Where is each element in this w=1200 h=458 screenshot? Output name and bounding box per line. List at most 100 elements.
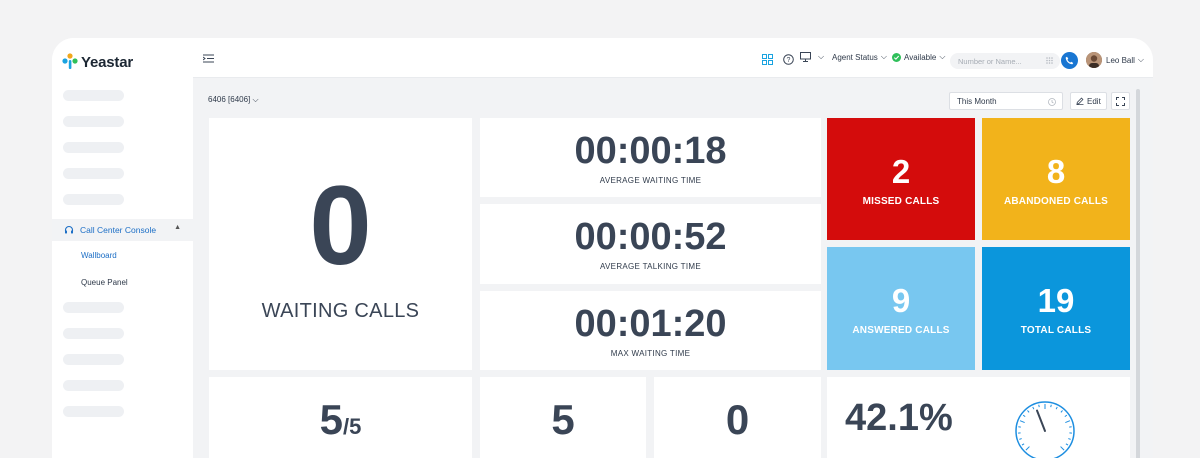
avg-waiting-time-label: AVERAGE WAITING TIME [480, 176, 821, 185]
nav-placeholder [63, 142, 124, 153]
fullscreen-icon [1116, 97, 1125, 106]
call-button[interactable] [1061, 52, 1078, 69]
queue-select-value: 6406 [6406] [208, 95, 250, 104]
max-waiting-time-label: MAX WAITING TIME [480, 349, 821, 358]
rate-card: 42.1% [827, 377, 1130, 458]
gauge-tick [1066, 444, 1068, 445]
nav-placeholder [63, 354, 124, 365]
gauge-tick [1033, 407, 1034, 409]
date-range-select[interactable]: This Month [949, 92, 1063, 110]
gauge-tick [1023, 415, 1025, 416]
sidebar-item-wallboard[interactable]: Wallboard [81, 251, 117, 260]
nav-placeholder [63, 406, 124, 417]
gauge-icon [1013, 399, 1077, 458]
fullscreen-button[interactable] [1111, 92, 1130, 110]
avg-talking-time-value: 00:00:52 [480, 218, 821, 256]
gauge-tick [1056, 407, 1057, 409]
avg-talking-time-card: 00:00:52 AVERAGE TALKING TIME [480, 204, 821, 284]
chevron-down-icon: ⌵ [881, 52, 887, 62]
missed-calls-tile: 2 MISSED CALLS [827, 118, 975, 240]
missed-calls-value: 2 [827, 155, 975, 188]
chevron-down-icon: ⌵ [939, 52, 945, 62]
monitor-icon [800, 52, 811, 62]
agent-status-dropdown[interactable]: Agent Status ⌵ [832, 52, 887, 62]
app-window: Yeastar Call Center Console ▲ Wallboard … [52, 38, 1153, 458]
pencil-icon [1076, 97, 1084, 105]
phone-icon [1065, 56, 1074, 65]
answered-calls-tile: 9 ANSWERED CALLS [827, 247, 975, 370]
scrollbar[interactable] [1136, 89, 1140, 458]
chevron-down-icon: ⌵ [253, 95, 259, 104]
nav-placeholder [63, 302, 124, 313]
abandoned-calls-tile: 8 ABANDONED CALLS [982, 118, 1130, 240]
availability-dropdown[interactable]: Available ⌵ [892, 52, 945, 62]
nav-placeholder [63, 116, 124, 127]
chevron-down-icon: ⌵ [818, 52, 824, 62]
gauge-tick [1039, 405, 1040, 407]
gauge-tick [1061, 410, 1063, 412]
monitor-select[interactable]: ⌵ [800, 52, 824, 62]
waiting-calls-label: WAITING CALLS [209, 300, 472, 323]
missed-calls-label: MISSED CALLS [827, 196, 975, 207]
nav-placeholder [63, 328, 124, 339]
agent-status-label: Agent Status [832, 53, 878, 62]
brand-logo[interactable]: Yeastar [62, 53, 133, 71]
stat-card: 0 [654, 377, 821, 458]
main-area: ? ⌵ Agent Status ⌵ Available ⌵ [193, 38, 1153, 458]
dialpad-icon[interactable] [1046, 57, 1053, 64]
stat-value: 0 [654, 399, 821, 441]
avatar[interactable] [1086, 52, 1102, 68]
abandoned-calls-value: 8 [982, 155, 1130, 188]
avg-waiting-time-value: 00:00:18 [480, 132, 821, 170]
gauge-tick [1020, 421, 1025, 423]
gauge-tick [1027, 410, 1029, 412]
answered-calls-value: 9 [827, 284, 975, 317]
chevron-up-icon: ▲ [174, 224, 181, 231]
total-calls-value: 19 [982, 284, 1130, 317]
max-waiting-time-card: 00:01:20 MAX WAITING TIME [480, 291, 821, 370]
headset-icon [64, 225, 74, 235]
help-icon[interactable]: ? [783, 54, 794, 65]
sidebar-item-label: Call Center Console [80, 225, 156, 235]
answered-calls-label: ANSWERED CALLS [827, 325, 975, 336]
edit-label: Edit [1087, 97, 1101, 106]
chevron-down-icon: ⌵ [1138, 55, 1144, 65]
avg-waiting-time-card: 00:00:18 AVERAGE WAITING TIME [480, 118, 821, 197]
gauge-tick [1051, 405, 1052, 407]
gauge-tick [1022, 444, 1024, 445]
total-calls-label: TOTAL CALLS [982, 325, 1130, 336]
yeastar-logo-icon [62, 53, 78, 71]
agents-value: 5/5 [209, 399, 472, 441]
queue-select[interactable]: 6406 [6406] ⌵ [208, 95, 259, 105]
qr-grid-icon[interactable] [762, 54, 773, 65]
stat-value: 5 [480, 399, 646, 441]
agents-card: 5/5 [209, 377, 472, 458]
user-menu[interactable]: Leo Ball ⌵ [1106, 55, 1144, 65]
gauge-needle [1037, 411, 1045, 431]
sidebar-item-call-center-console[interactable]: Call Center Console ▲ [52, 219, 193, 241]
agents-total: /5 [343, 414, 361, 439]
avg-talking-time-label: AVERAGE TALKING TIME [480, 262, 821, 271]
waiting-calls-card: 0 WAITING CALLS [209, 118, 472, 370]
abandoned-calls-label: ABANDONED CALLS [982, 196, 1130, 207]
user-name: Leo Ball [1106, 56, 1135, 65]
nav-placeholder [63, 90, 124, 101]
edit-button[interactable]: Edit [1070, 92, 1107, 110]
sidebar-item-queue-panel[interactable]: Queue Panel [81, 278, 128, 287]
svg-text:?: ? [787, 57, 791, 64]
waiting-calls-value: 0 [209, 170, 472, 282]
brand-name: Yeastar [81, 54, 133, 71]
availability-label: Available [904, 53, 936, 62]
collapse-menu-icon[interactable] [203, 54, 214, 63]
nav-placeholder [63, 380, 124, 391]
wallboard-content: 6406 [6406] ⌵ This Month Edit [193, 79, 1153, 458]
sidebar: Yeastar Call Center Console ▲ Wallboard … [52, 38, 193, 458]
nav-placeholder [63, 194, 124, 205]
top-bar: ? ⌵ Agent Status ⌵ Available ⌵ [193, 38, 1153, 78]
gauge-tick [1068, 439, 1070, 440]
search-input[interactable]: Number or Name... [950, 53, 1060, 69]
user-photo-icon [1086, 52, 1102, 68]
clock-icon [1048, 98, 1056, 106]
stat-card: 5 [480, 377, 646, 458]
agents-count: 5 [320, 396, 343, 443]
